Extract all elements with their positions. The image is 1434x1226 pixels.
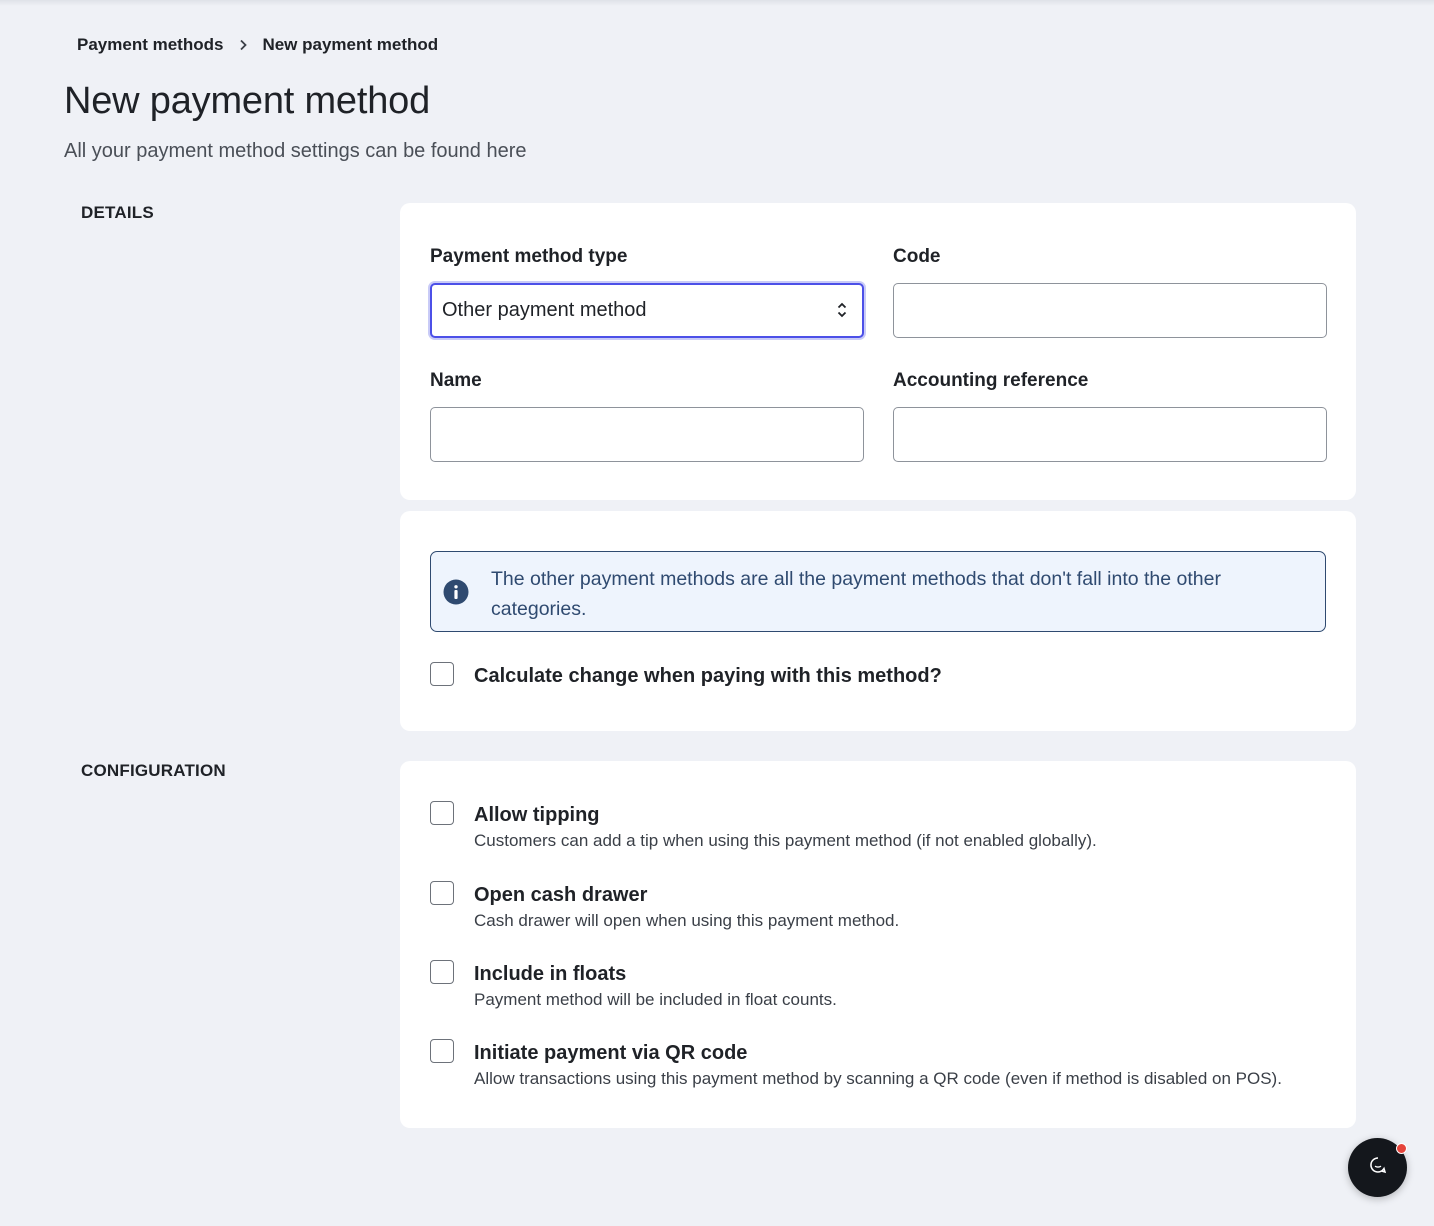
payment-method-type-label: Payment method type (430, 246, 628, 267)
qr-code-payment-label: Initiate payment via QR code (474, 1042, 748, 1064)
accounting-reference-input[interactable] (893, 407, 1327, 462)
allow-tipping-label: Allow tipping (474, 804, 600, 826)
breadcrumb: Payment methods New payment method (77, 35, 438, 55)
qr-code-payment-checkbox[interactable] (430, 1039, 454, 1063)
qr-code-payment-description: Allow transactions using this payment me… (474, 1069, 1282, 1088)
info-text: The other payment methods are all the pa… (491, 568, 1221, 620)
code-label: Code (893, 246, 941, 267)
open-cash-drawer-checkbox[interactable] (430, 881, 454, 905)
include-in-floats-checkbox[interactable] (430, 960, 454, 984)
calculate-change-checkbox[interactable] (430, 662, 454, 686)
info-icon (443, 579, 469, 610)
section-label-details: DETAILS (81, 203, 154, 222)
page-subtitle: All your payment method settings can be … (64, 140, 527, 162)
allow-tipping-description: Customers can add a tip when using this … (474, 831, 1097, 850)
chevron-right-icon (239, 39, 248, 51)
open-cash-drawer-description: Cash drawer will open when using this pa… (474, 911, 900, 930)
allow-tipping-checkbox[interactable] (430, 801, 454, 825)
breadcrumb-current: New payment method (262, 35, 439, 54)
code-input[interactable] (893, 283, 1327, 338)
details-card: Payment method type Other payment method… (400, 203, 1356, 500)
breadcrumb-payment-methods[interactable]: Payment methods (77, 35, 223, 55)
include-in-floats-description: Payment method will be included in float… (474, 990, 837, 1009)
info-banner: The other payment methods are all the pa… (430, 551, 1326, 632)
open-cash-drawer-label: Open cash drawer (474, 884, 648, 906)
name-label: Name (430, 370, 482, 391)
configuration-card: Allow tipping Customers can add a tip wh… (400, 761, 1356, 1128)
calculate-change-label: Calculate change when paying with this m… (474, 665, 942, 687)
notification-dot (1396, 1143, 1407, 1154)
payment-method-type-value: Other payment method (442, 299, 647, 321)
name-input[interactable] (430, 407, 864, 462)
accounting-reference-label: Accounting reference (893, 370, 1089, 391)
top-shadow (0, 0, 1434, 6)
include-in-floats-label: Include in floats (474, 963, 627, 985)
payment-type-info-card: The other payment methods are all the pa… (400, 511, 1356, 731)
page-title: New payment method (64, 80, 431, 122)
payment-method-type-select[interactable]: Other payment method (430, 283, 864, 338)
chat-icon (1369, 1156, 1387, 1179)
chevron-up-down-icon (836, 300, 848, 326)
section-label-configuration: CONFIGURATION (81, 761, 226, 780)
